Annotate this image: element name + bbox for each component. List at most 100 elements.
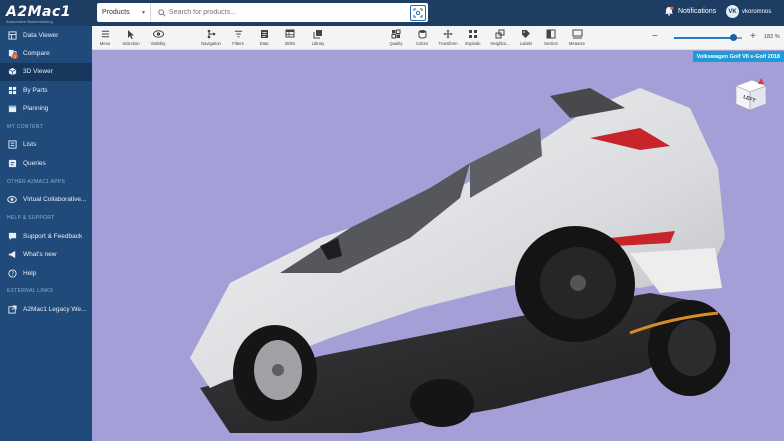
cursor-icon	[126, 28, 137, 39]
navigation-icon	[206, 28, 217, 39]
library-icon	[313, 28, 324, 39]
toolbar-label: Transform	[438, 41, 458, 46]
zoom-control: − + 182 %	[652, 31, 782, 43]
toolbar-navigation-button[interactable]: Navigation	[197, 28, 225, 49]
toolbar-label: Explode	[465, 41, 481, 46]
chevron-down-icon: ▾	[141, 10, 145, 16]
sidebar-item-label: Lists	[23, 141, 37, 149]
sidebar-item-lists[interactable]: Lists	[0, 136, 92, 154]
sidebar-item-label: What's new	[23, 251, 57, 259]
section-icon	[546, 28, 557, 39]
sidebar-item-3d-viewer[interactable]: 3D Viewer	[0, 62, 92, 81]
toolbar-section-button[interactable]: Section	[540, 28, 562, 49]
toolbar-selection-button[interactable]: Selection	[119, 28, 143, 49]
toolbar-label: BOM	[285, 41, 295, 46]
zoom-in-button[interactable]: +	[750, 31, 756, 42]
measure-icon	[572, 28, 583, 39]
toolbar-label: Measure	[568, 41, 586, 46]
toolbar-label: Section	[544, 41, 558, 46]
image-search-icon[interactable]	[410, 4, 426, 21]
logo[interactable]: A2Mac1 Automotive Benchmarking	[6, 3, 86, 24]
app-window: A2Mac1 Automotive Benchmarking Products …	[0, 0, 784, 441]
bom-icon	[285, 28, 296, 39]
search-category-label: Products	[102, 9, 130, 16]
sidebar-item-label: Data Viewer	[23, 31, 59, 39]
logo-text: A2Mac1	[6, 4, 71, 20]
toolbar-quality-button[interactable]: Quality	[386, 28, 406, 49]
sidebar-item-label: Support & Feedback	[23, 232, 83, 240]
search-category-select[interactable]: Products ▾	[97, 3, 151, 22]
toolbar-neighbours-button[interactable]: Neighbo...	[487, 28, 513, 49]
search-icon	[155, 3, 169, 22]
user-menu[interactable]: VK vkoromnos	[726, 5, 771, 18]
sidebar: Data Viewer 2 Compare 3D Viewer By Parts…	[0, 26, 92, 441]
sidebar-item-planning[interactable]: Planning	[0, 99, 92, 117]
colors-icon	[417, 28, 428, 39]
logo-tagline: Automotive Benchmarking	[6, 19, 53, 24]
eye-icon	[7, 195, 17, 205]
calendar-icon	[7, 103, 17, 113]
toolbar-labels-button[interactable]: Labels	[516, 28, 536, 49]
toolbar-visibility-button[interactable]: Visibility	[146, 28, 170, 49]
sidebar-section-external-links: EXTERNAL LINKS	[7, 288, 54, 295]
zoom-slider-fill	[674, 37, 734, 39]
toolbar-bom-button[interactable]: BOM	[280, 28, 300, 49]
bell-icon	[665, 6, 674, 16]
toolbar-label: Data	[259, 41, 269, 46]
toolbar-label: Selection	[122, 41, 140, 46]
car-3d-model[interactable]	[170, 88, 730, 438]
sidebar-item-queries[interactable]: Queries	[0, 154, 92, 172]
external-link-icon	[7, 305, 17, 315]
search-bar: Products ▾	[97, 3, 428, 22]
toolbar-label: Filters	[232, 41, 244, 46]
query-icon	[7, 158, 17, 168]
toolbar-data-button[interactable]: Data	[254, 28, 274, 49]
toolbar-filters-button[interactable]: Filters	[227, 28, 249, 49]
neighbours-icon	[495, 28, 506, 39]
toolbar-library-button[interactable]: Library	[306, 28, 330, 49]
sidebar-item-help[interactable]: ? Help	[0, 264, 92, 282]
sidebar-item-by-parts[interactable]: By Parts	[0, 81, 92, 99]
sidebar-item-label: Compare	[23, 49, 50, 57]
sidebar-item-label: 3D Viewer	[23, 68, 53, 76]
toolbar-label: Quality	[389, 41, 403, 46]
explode-icon	[468, 28, 479, 39]
eye-icon	[152, 28, 164, 39]
zoom-out-button[interactable]: −	[652, 31, 658, 42]
chat-icon	[7, 231, 17, 241]
sidebar-item-whats-new[interactable]: What's new	[0, 246, 92, 264]
sidebar-item-label: Planning	[23, 104, 49, 112]
zoom-slider-thumb[interactable]	[730, 34, 738, 41]
menu-icon	[100, 28, 111, 39]
toolbar-label: Visibility	[150, 41, 166, 46]
toolbar-transform-button[interactable]: Transform	[436, 28, 460, 49]
avatar: VK	[726, 5, 739, 18]
sidebar-item-compare[interactable]: 2 Compare	[0, 44, 92, 62]
toolbar-label: Navigation	[201, 41, 221, 46]
view-cube[interactable]: LEFT	[730, 74, 770, 114]
sidebar-item-data-viewer[interactable]: Data Viewer	[0, 26, 92, 44]
sidebar-item-legacy-web[interactable]: A2Mac1 Legacy We...	[0, 300, 92, 318]
cube-icon	[7, 67, 17, 77]
model-name-label: Volkswagen Golf VII e-Golf 2018	[692, 51, 784, 62]
search-input[interactable]	[169, 4, 410, 21]
compare-badge: 2	[12, 53, 18, 60]
toolbar-colors-button[interactable]: Colors	[412, 28, 432, 49]
notifications-button[interactable]: Notifications	[664, 6, 716, 16]
svg-text:?: ?	[11, 271, 14, 277]
notifications-label: Notifications	[678, 7, 717, 15]
tag-icon	[521, 28, 532, 39]
toolbar-measure-button[interactable]: Measure	[565, 28, 589, 49]
viewer-toolbar: Menu Selection Visibility Navigation Fil…	[92, 26, 784, 50]
grid-icon	[7, 30, 17, 40]
toolbar-explode-button[interactable]: Explode	[462, 28, 484, 49]
sidebar-item-support[interactable]: Support & Feedback	[0, 227, 92, 245]
3d-viewport[interactable]: Volkswagen Golf VII e-Golf 2018 LEFT	[92, 50, 784, 441]
data-icon	[259, 28, 270, 39]
sidebar-item-label: Virtual Collaborative...	[23, 196, 87, 204]
sidebar-item-label: Queries	[23, 159, 46, 167]
toolbar-label: Neighbo...	[490, 41, 510, 46]
sidebar-item-virtual-collaborative[interactable]: Virtual Collaborative...	[0, 191, 92, 209]
toolbar-label: Menu	[99, 41, 111, 46]
toolbar-menu-button[interactable]: Menu	[95, 28, 115, 49]
